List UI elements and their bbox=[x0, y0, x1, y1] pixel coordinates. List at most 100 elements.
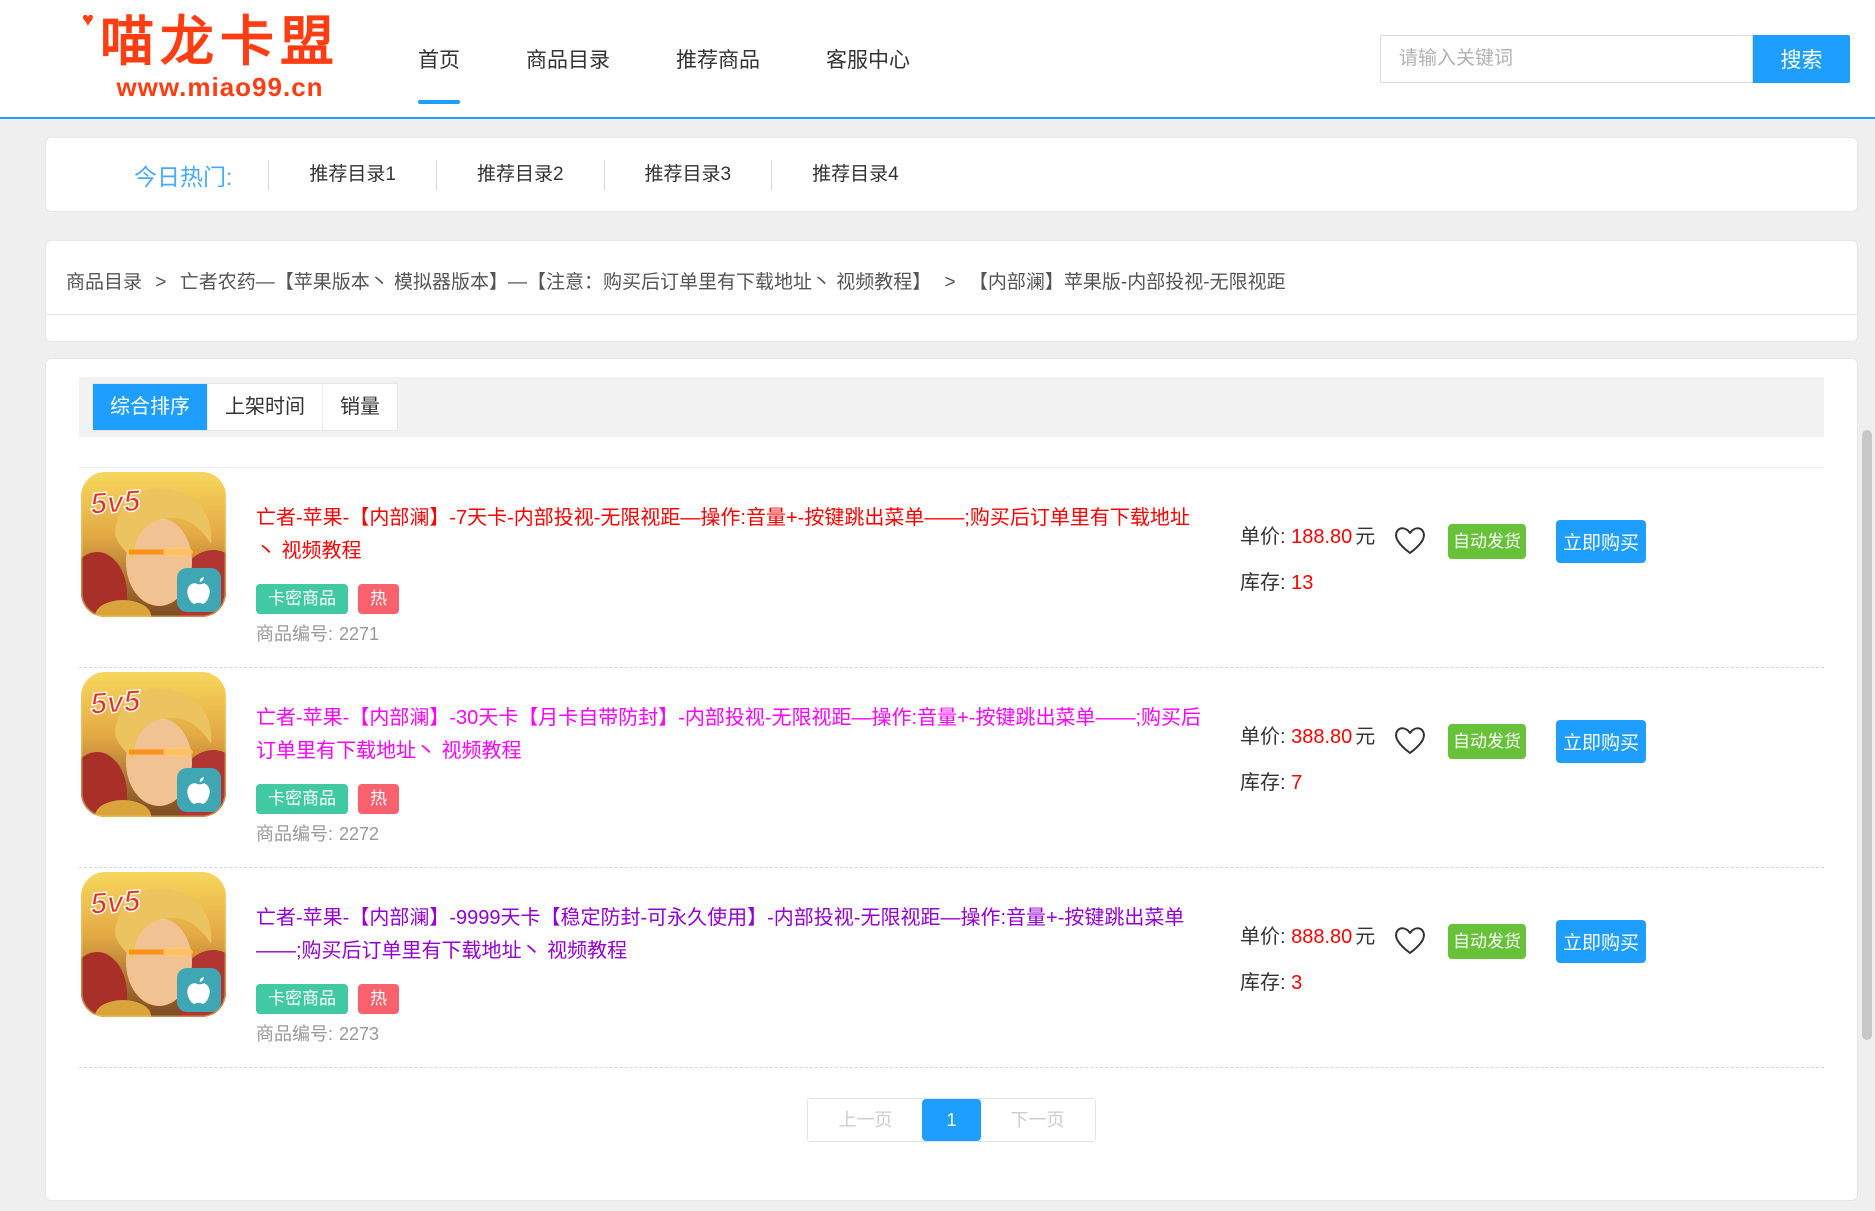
heart-icon bbox=[1392, 724, 1428, 756]
product-sku: 商品编号: 2273 bbox=[256, 1023, 1202, 1045]
stock-value: 7 bbox=[1291, 772, 1302, 794]
favorite-heart-button[interactable] bbox=[1392, 924, 1428, 956]
site-logo[interactable]: 喵龙卡盟 www.miao99.cn bbox=[55, 14, 385, 104]
price-label: 单价: bbox=[1240, 726, 1286, 748]
price-label: 单价: bbox=[1240, 526, 1286, 548]
product-sku-value: 2272 bbox=[339, 824, 379, 844]
search-input[interactable] bbox=[1380, 35, 1753, 83]
heart-icon bbox=[1392, 924, 1428, 956]
product-list-panel: 综合排序 上架时间 销量 亡者-苹果-【内部澜】-7天卡-内部投视-无限视距—操… bbox=[45, 358, 1858, 1201]
breadcrumb-item-current[interactable]: 【内部澜】苹果版-内部投视-无限视距 bbox=[969, 272, 1286, 293]
card-product-badge: 卡密商品 bbox=[256, 984, 348, 1014]
product-game-icon[interactable] bbox=[81, 472, 226, 617]
unit-price: 单价: 888.80元 bbox=[1240, 920, 1362, 949]
tab-sort-sales[interactable]: 销量 bbox=[323, 384, 397, 430]
product-title[interactable]: 亡者-苹果-【内部澜】-30天卡【月卡自带防封】-内部投视-无限视距—操作:音量… bbox=[256, 702, 1202, 768]
sort-tab-group: 综合排序 上架时间 销量 bbox=[92, 383, 398, 431]
nav-item-catalog[interactable]: 商品目录 bbox=[526, 40, 610, 78]
hot-badge: 热 bbox=[358, 984, 399, 1014]
nav-item-recommended[interactable]: 推荐商品 bbox=[676, 40, 760, 78]
product-game-icon[interactable] bbox=[81, 872, 226, 1017]
product-row: 亡者-苹果-【内部澜】-30天卡【月卡自带防封】-内部投视-无限视距—操作:音量… bbox=[79, 668, 1824, 868]
breadcrumb-panel-footer bbox=[46, 315, 1857, 341]
price-block: 单价: 388.80元 库存: 7 bbox=[1240, 720, 1362, 795]
stock: 库存: 13 bbox=[1240, 566, 1362, 595]
nav-item-home[interactable]: 首页 bbox=[418, 40, 460, 78]
main-nav: 首页 商品目录 推荐商品 客服中心 bbox=[418, 40, 910, 78]
buy-now-button[interactable]: 立即购买 bbox=[1556, 920, 1646, 963]
pagination: 上一页 1 下一页 bbox=[79, 1098, 1824, 1142]
hot-item-catalog-3[interactable]: 推荐目录3 bbox=[604, 160, 772, 190]
stock-label: 库存: bbox=[1240, 972, 1286, 994]
product-sku-value: 2273 bbox=[339, 1024, 379, 1044]
header-search: 搜索 bbox=[1380, 35, 1850, 83]
price-value: 888.80 bbox=[1291, 926, 1352, 948]
product-sku-label: 商品编号: bbox=[256, 624, 333, 644]
price-label: 单价: bbox=[1240, 926, 1286, 948]
pagination-group: 上一页 1 下一页 bbox=[807, 1098, 1095, 1142]
price-block: 单价: 188.80元 库存: 13 bbox=[1240, 520, 1362, 595]
product-sku: 商品编号: 2272 bbox=[256, 823, 1202, 845]
product-tags: 卡密商品 热 bbox=[256, 984, 1202, 1014]
stock-value: 13 bbox=[1291, 572, 1313, 594]
product-actions: 单价: 188.80元 库存: 13 自动发货 立即购买 bbox=[1240, 472, 1646, 645]
hot-item-catalog-1[interactable]: 推荐目录1 bbox=[268, 160, 436, 190]
breadcrumb: 商品目录 > 亡者农药—【苹果版本丶 模拟器版本】—【注意：购买后订单里有下载地… bbox=[46, 241, 1857, 315]
product-row: 亡者-苹果-【内部澜】-7天卡-内部投视-无限视距—操作:音量+-按键跳出菜单—… bbox=[79, 468, 1824, 668]
hot-badge: 热 bbox=[358, 584, 399, 614]
vertical-scrollbar-thumb[interactable] bbox=[1862, 430, 1872, 1040]
currency-label: 元 bbox=[1355, 526, 1375, 548]
heart-icon bbox=[1392, 524, 1428, 556]
hot-item-catalog-4[interactable]: 推荐目录4 bbox=[771, 160, 939, 190]
card-product-badge: 卡密商品 bbox=[256, 584, 348, 614]
breadcrumb-separator: > bbox=[945, 272, 956, 293]
product-tags: 卡密商品 热 bbox=[256, 784, 1202, 814]
product-row: 亡者-苹果-【内部澜】-9999天卡【稳定防封-可永久使用】-内部投视-无限视距… bbox=[79, 868, 1824, 1068]
buy-now-button[interactable]: 立即购买 bbox=[1556, 720, 1646, 763]
product-tags: 卡密商品 热 bbox=[256, 584, 1202, 614]
favorite-heart-button[interactable] bbox=[1392, 524, 1428, 556]
site-logo-title: 喵龙卡盟 bbox=[100, 14, 340, 71]
breadcrumb-separator: > bbox=[155, 272, 166, 293]
tab-sort-composite[interactable]: 综合排序 bbox=[93, 384, 208, 430]
hot-item-catalog-2[interactable]: 推荐目录2 bbox=[436, 160, 604, 190]
product-title[interactable]: 亡者-苹果-【内部澜】-9999天卡【稳定防封-可永久使用】-内部投视-无限视距… bbox=[256, 902, 1202, 968]
product-sku-value: 2271 bbox=[339, 624, 379, 644]
product-game-icon[interactable] bbox=[81, 672, 226, 817]
auto-delivery-badge: 自动发货 bbox=[1448, 924, 1526, 959]
nav-item-support[interactable]: 客服中心 bbox=[826, 40, 910, 78]
buy-now-button[interactable]: 立即购买 bbox=[1556, 520, 1646, 563]
stock-value: 3 bbox=[1291, 972, 1302, 994]
product-actions: 单价: 888.80元 库存: 3 自动发货 立即购买 bbox=[1240, 872, 1646, 1045]
breadcrumb-item-category[interactable]: 亡者农药—【苹果版本丶 模拟器版本】—【注意：购买后订单里有下载地址丶 视频教程… bbox=[180, 272, 932, 293]
breadcrumb-panel: 商品目录 > 亡者农药—【苹果版本丶 模拟器版本】—【注意：购买后订单里有下载地… bbox=[45, 240, 1858, 342]
card-product-badge: 卡密商品 bbox=[256, 784, 348, 814]
today-hot-label: 今日热门: bbox=[134, 158, 268, 192]
tab-sort-listing-time[interactable]: 上架时间 bbox=[208, 384, 323, 430]
price-value: 388.80 bbox=[1291, 726, 1352, 748]
product-title[interactable]: 亡者-苹果-【内部澜】-7天卡-内部投视-无限视距—操作:音量+-按键跳出菜单—… bbox=[256, 502, 1202, 568]
search-button[interactable]: 搜索 bbox=[1753, 35, 1850, 83]
unit-price: 单价: 188.80元 bbox=[1240, 520, 1362, 549]
stock-label: 库存: bbox=[1240, 772, 1286, 794]
product-info: 亡者-苹果-【内部澜】-30天卡【月卡自带防封】-内部投视-无限视距—操作:音量… bbox=[256, 672, 1202, 845]
today-hot-bar: 今日热门: 推荐目录1 推荐目录2 推荐目录3 推荐目录4 bbox=[45, 137, 1858, 212]
product-list: 亡者-苹果-【内部澜】-7天卡-内部投视-无限视距—操作:音量+-按键跳出菜单—… bbox=[79, 467, 1824, 1068]
price-value: 188.80 bbox=[1291, 526, 1352, 548]
product-sku-label: 商品编号: bbox=[256, 1024, 333, 1044]
product-sku-label: 商品编号: bbox=[256, 824, 333, 844]
currency-label: 元 bbox=[1355, 726, 1375, 748]
product-info: 亡者-苹果-【内部澜】-9999天卡【稳定防封-可永久使用】-内部投视-无限视距… bbox=[256, 872, 1202, 1045]
product-actions: 单价: 388.80元 库存: 7 自动发货 立即购买 bbox=[1240, 672, 1646, 845]
pagination-next-button[interactable]: 下一页 bbox=[981, 1099, 1095, 1141]
currency-label: 元 bbox=[1355, 926, 1375, 948]
favorite-heart-button[interactable] bbox=[1392, 724, 1428, 756]
product-info: 亡者-苹果-【内部澜】-7天卡-内部投视-无限视距—操作:音量+-按键跳出菜单—… bbox=[256, 472, 1202, 645]
hot-badge: 热 bbox=[358, 784, 399, 814]
breadcrumb-item-catalog[interactable]: 商品目录 bbox=[66, 272, 142, 293]
product-sku: 商品编号: 2271 bbox=[256, 623, 1202, 645]
pagination-page-1[interactable]: 1 bbox=[922, 1099, 980, 1141]
auto-delivery-badge: 自动发货 bbox=[1448, 724, 1526, 759]
pagination-prev-button[interactable]: 上一页 bbox=[808, 1099, 922, 1141]
stock: 库存: 3 bbox=[1240, 966, 1362, 995]
